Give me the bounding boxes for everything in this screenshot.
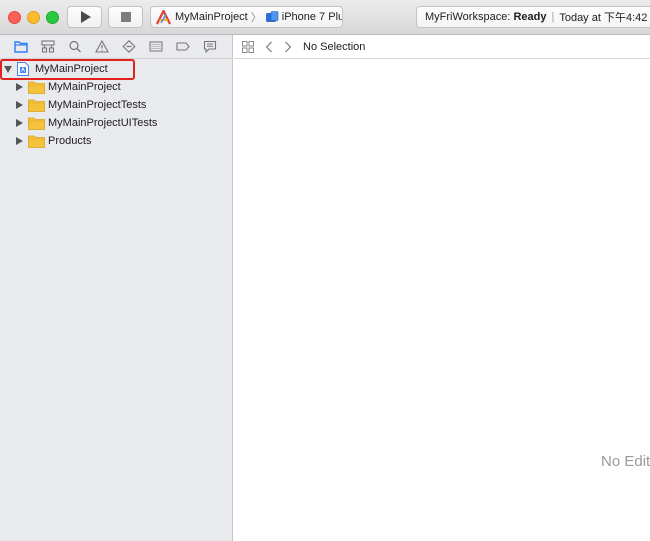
- folder-icon: [28, 134, 45, 148]
- issue-navigator-icon[interactable]: [93, 39, 111, 55]
- disclosure-closed-icon[interactable]: [16, 137, 23, 145]
- navigator-tab-bar: [0, 35, 233, 59]
- zoom-window-button[interactable]: [46, 11, 59, 24]
- project-navigator-icon[interactable]: [12, 39, 30, 55]
- run-button[interactable]: [67, 6, 102, 28]
- tree-row-folder[interactable]: Products: [0, 132, 232, 150]
- scheme-device-label: iPhone 7 Plus: [281, 11, 343, 23]
- tree-row-folder[interactable]: MyMainProject: [0, 78, 232, 96]
- report-navigator-icon[interactable]: [201, 39, 219, 55]
- workspace-name: MyFriWorkspace:: [425, 11, 511, 23]
- editor-area: No Selection No Edit: [234, 35, 650, 541]
- folder-icon: [28, 80, 45, 94]
- scheme-project-label: MyMainProject: [175, 11, 248, 23]
- disclosure-closed-icon[interactable]: [16, 119, 23, 127]
- folder-icon: [28, 116, 45, 130]
- no-editor-placeholder: No Edit: [601, 453, 650, 470]
- tree-row-folder[interactable]: MyMainProjectUITests: [0, 114, 232, 132]
- folder-icon: [28, 98, 45, 112]
- related-items-icon[interactable]: [242, 40, 254, 53]
- annotation-highlight-box: [0, 59, 135, 80]
- disclosure-closed-icon[interactable]: [16, 83, 23, 91]
- stop-icon: [120, 12, 131, 22]
- breakpoint-navigator-icon[interactable]: [174, 39, 192, 55]
- forward-chevron-icon[interactable]: [284, 41, 292, 53]
- activity-divider: |: [551, 11, 555, 23]
- tree-row-label: MyMainProject: [48, 81, 121, 93]
- debug-navigator-icon[interactable]: [147, 39, 165, 55]
- scheme-selector[interactable]: MyMainProject 〉 iPhone 7 Plus: [150, 6, 343, 28]
- window-toolbar: MyMainProject 〉 iPhone 7 Plus MyFriWorks…: [0, 0, 650, 35]
- close-window-button[interactable]: [8, 11, 21, 24]
- navigator-pane: MyMainProject MyMainProject MyMainProjec…: [0, 35, 233, 541]
- find-navigator-icon[interactable]: [66, 39, 84, 55]
- minimize-window-button[interactable]: [27, 11, 40, 24]
- tree-row-label: MyMainProjectTests: [48, 99, 147, 111]
- device-icon: [265, 11, 279, 23]
- disclosure-closed-icon[interactable]: [16, 101, 23, 109]
- play-icon: [80, 11, 91, 23]
- symbol-navigator-icon[interactable]: [39, 39, 57, 55]
- activity-viewer: MyFriWorkspace: Ready | Today at 下午4:42: [416, 6, 650, 28]
- tree-row-label: Products: [48, 135, 92, 147]
- back-chevron-icon[interactable]: [265, 41, 273, 53]
- activity-timestamp: Today at 下午4:42: [559, 12, 648, 24]
- test-navigator-icon[interactable]: [120, 39, 138, 55]
- tree-row-label: MyMainProjectUITests: [48, 117, 158, 129]
- app-scheme-icon: [155, 7, 172, 25]
- jump-bar: No Selection: [234, 35, 650, 59]
- build-status: Ready: [513, 11, 547, 23]
- tree-row-folder[interactable]: MyMainProjectTests: [0, 96, 232, 114]
- scheme-separator: 〉: [250, 12, 262, 24]
- jump-bar-selection[interactable]: No Selection: [303, 41, 365, 53]
- stop-button[interactable]: [108, 6, 143, 28]
